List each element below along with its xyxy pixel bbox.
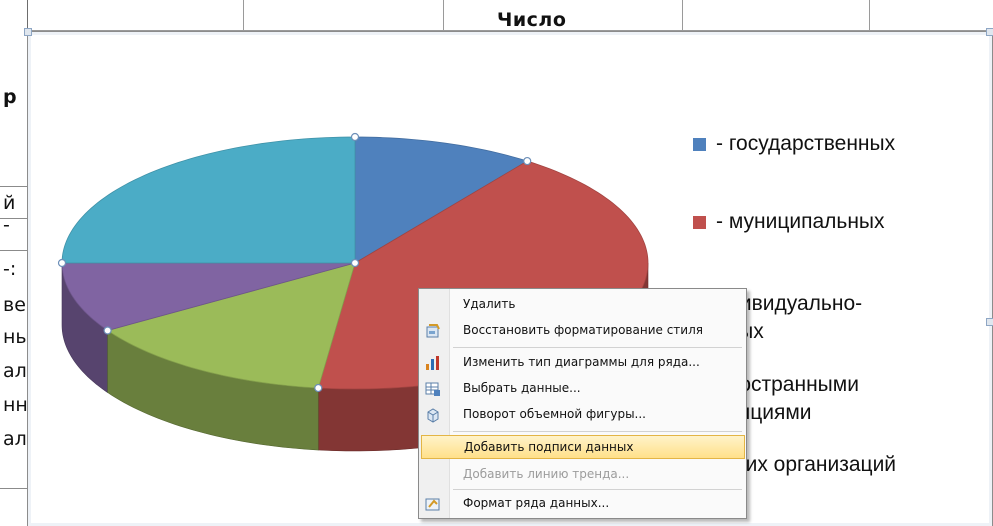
column-divider [869, 0, 870, 30]
legend-item-state[interactable]: - государственных [693, 130, 895, 158]
menu-item-label: Удалить [463, 297, 516, 311]
format-series-icon [425, 498, 440, 511]
menu-item-format-series[interactable]: Формат ряда данных... [421, 492, 743, 516]
menu-item-add-trendline: Добавить линию тренда... [421, 463, 743, 487]
column-divider [243, 0, 244, 30]
selection-handle[interactable] [57, 258, 67, 268]
selection-handle[interactable] [103, 326, 112, 335]
menu-item-label: Добавить подписи данных [464, 440, 634, 454]
cell-text: ве [3, 294, 26, 316]
cell-text: -: [3, 258, 17, 280]
legend-label: - государственных [716, 132, 896, 155]
column-divider [682, 0, 683, 30]
menu-item-reset-style[interactable]: Восстановить форматирование стиля [421, 319, 743, 343]
context-menu: Удалить Восстановить форматирование стил… [418, 288, 747, 519]
row-divider [0, 250, 27, 251]
cell-text: ал [3, 360, 27, 382]
spreadsheet-header-row: Число [0, 0, 993, 31]
cell-text: нн [3, 394, 28, 416]
cell-text: й - [3, 192, 16, 236]
row-divider [0, 186, 27, 187]
menu-separator [453, 347, 742, 348]
menu-item-delete[interactable]: Удалить [421, 293, 743, 317]
chart-type-icon [426, 356, 439, 370]
menu-item-label: Восстановить форматирование стиля [463, 323, 703, 337]
selection-handle[interactable] [350, 258, 360, 268]
selection-handle[interactable] [314, 383, 323, 393]
3d-rotation-icon [427, 408, 439, 423]
selection-handle[interactable] [350, 132, 360, 142]
menu-item-3d-rotation[interactable]: Поворот объемной фигуры... [421, 403, 743, 427]
column-header-text: Число [497, 9, 567, 31]
cell-text: р [3, 86, 17, 108]
legend-label: - муниципальных [716, 210, 885, 233]
selection-handle[interactable] [523, 156, 532, 166]
legend-swatch-municipal [693, 216, 706, 229]
menu-item-label: Выбрать данные... [463, 381, 581, 395]
legend-item-municipal[interactable]: - муниципальных [693, 208, 885, 236]
spreadsheet-left-cells: р й - -: ве ны ал нн ал [0, 0, 28, 525]
select-data-icon [425, 382, 440, 396]
reset-style-icon [426, 324, 440, 338]
menu-item-select-data[interactable]: Выбрать данные... [421, 377, 743, 401]
menu-item-label: Формат ряда данных... [463, 496, 610, 510]
legend-swatch-state [693, 138, 706, 151]
menu-item-add-data-labels[interactable]: Добавить подписи данных [421, 435, 745, 459]
menu-separator [453, 489, 742, 490]
row-divider [0, 488, 27, 489]
menu-item-label: Поворот объемной фигуры... [463, 407, 646, 421]
column-divider [443, 0, 444, 30]
menu-item-label: Изменить тип диаграммы для ряда... [463, 355, 700, 369]
cell-text: ал [3, 428, 27, 450]
cell-text: ны [3, 326, 28, 348]
menu-item-label: Добавить линию тренда... [463, 467, 630, 481]
menu-separator [453, 431, 742, 432]
pie-slice-5[interactable] [61, 136, 356, 264]
menu-item-change-chart-type[interactable]: Изменить тип диаграммы для ряда... [421, 351, 743, 375]
